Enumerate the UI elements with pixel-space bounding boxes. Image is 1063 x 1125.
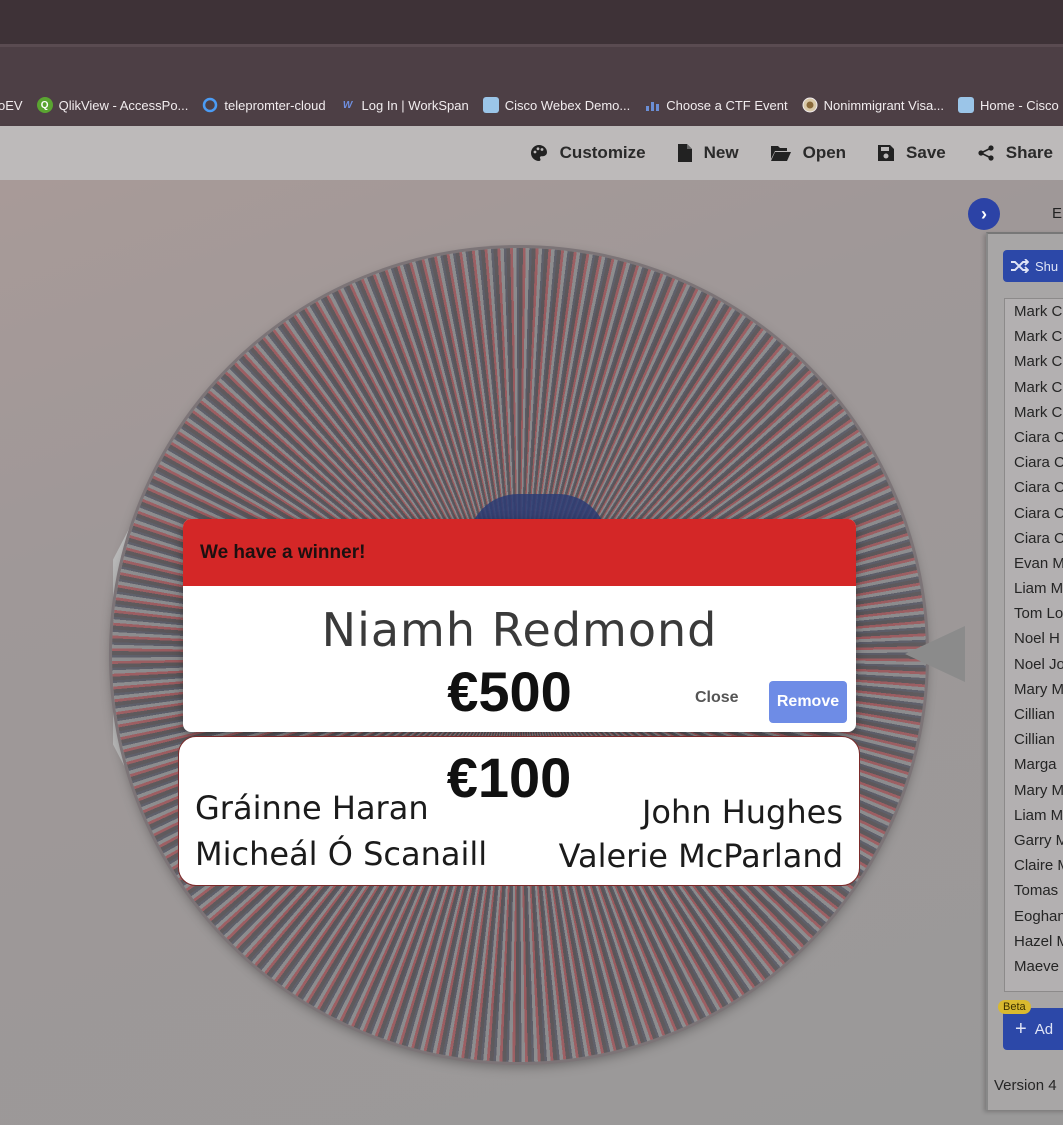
list-item: Liam M: [1014, 806, 1063, 824]
list-item: Noel H: [1014, 630, 1060, 648]
entries-list[interactable]: Mark C Mark C Mark C Mark C Mark C Ciara C Cia…: [1004, 298, 1063, 992]
share-button[interactable]: Share: [978, 143, 1053, 163]
list-item: Mark C: [1014, 378, 1063, 396]
bookmark-qlikview[interactable]: Q QlikView - AccessPo...: [36, 97, 188, 113]
list-item: Mark C: [1014, 353, 1063, 371]
list-item: Ciara C: [1014, 529, 1063, 547]
bookmark-workspan[interactable]: W Log In | WorkSpan: [340, 97, 469, 113]
winner-dialog-header: We have a winner!: [183, 519, 856, 586]
list-item: Maeve: [1014, 957, 1060, 975]
bookmark-ctf[interactable]: Choose a CTF Event: [644, 97, 788, 113]
bookmark-visa[interactable]: Nonimmigrant Visa...: [802, 97, 944, 113]
bookmark-webex[interactable]: Cisco Webex Demo...: [482, 97, 630, 113]
bookmark-teleprompter[interactable]: telepromter-cloud: [202, 97, 326, 113]
cisco-icon: [482, 97, 499, 113]
share-icon: [978, 145, 994, 161]
seal-icon: [802, 97, 818, 113]
browser-titlebar: [0, 0, 1063, 44]
list-item: Mary M: [1014, 781, 1063, 799]
version-label: Version 4: [994, 1077, 1057, 1094]
list-item: Ciara C: [1014, 428, 1063, 446]
bookmark-oev[interactable]: oEV: [0, 98, 23, 113]
list-item: Garry M: [1014, 831, 1063, 849]
beta-badge: Beta: [998, 1000, 1031, 1014]
winner-name: Niamh Redmond: [321, 603, 718, 657]
list-item: Hazel M: [1014, 932, 1063, 950]
app-toolbar: Customize New Open Save Share: [0, 126, 1063, 180]
shuffle-button[interactable]: Shu: [1003, 250, 1063, 282]
list-item: Ciara C: [1014, 479, 1063, 497]
save-icon: [878, 145, 895, 161]
open-button[interactable]: Open: [770, 143, 846, 163]
close-button[interactable]: Close: [695, 689, 739, 707]
winner-name: Gráinne Haran: [195, 789, 429, 827]
tab-entries[interactable]: E: [1052, 205, 1062, 222]
list-item: Liam M: [1014, 580, 1063, 598]
list-item: Ciara C: [1014, 504, 1063, 522]
list-item: Marga: [1014, 756, 1057, 774]
winner-name: Valerie McParland: [558, 837, 843, 875]
browser-tabstrip: [0, 44, 1063, 84]
winner-name: Micheál Ó Scanaill: [195, 835, 488, 873]
collapse-panel-button[interactable]: ›: [968, 198, 1000, 230]
list-item: Tom Lo: [1014, 605, 1063, 623]
list-item: Ciara C: [1014, 454, 1063, 472]
circle-icon: [202, 97, 218, 113]
new-button[interactable]: New: [677, 143, 739, 163]
cisco-icon: [958, 97, 975, 113]
customize-button[interactable]: Customize: [530, 143, 646, 163]
winner-name: John Hughes: [641, 793, 843, 831]
winner-dialog: We have a winner! Niamh Redmond €500 Clo…: [183, 519, 856, 732]
list-item: Eoghan: [1014, 907, 1063, 925]
plus-icon: +: [1015, 1017, 1027, 1040]
bookmark-cisco-home[interactable]: Home - Cisco L: [958, 97, 1063, 113]
chevron-right-icon: ›: [981, 203, 987, 224]
qlikview-icon: Q: [36, 97, 53, 113]
list-item: Mark C: [1014, 328, 1063, 346]
list-item: Cillian: [1014, 706, 1055, 723]
workspan-icon: W: [342, 99, 353, 111]
list-item: Mark C: [1014, 303, 1063, 320]
list-item: Noel Jo: [1014, 655, 1063, 673]
save-button[interactable]: Save: [878, 143, 946, 163]
list-item: Cillian: [1014, 731, 1055, 749]
add-button[interactable]: + Ad: [1003, 1008, 1063, 1050]
bars-icon: [644, 97, 660, 113]
list-item: Evan M: [1014, 554, 1063, 572]
list-item: Mark C: [1014, 403, 1063, 421]
palette-icon: [530, 145, 547, 161]
file-icon: [677, 144, 692, 162]
list-item: Claire M: [1014, 857, 1063, 875]
wheel-pointer-icon: [905, 626, 965, 682]
bookmarks-bar: oEV Q QlikView - AccessPo... telepromter…: [0, 84, 1063, 126]
list-item: Mary M: [1014, 680, 1063, 698]
list-item: Tomas: [1014, 882, 1059, 900]
prize-100-card: €100 Gráinne Haran John Hughes Micheál Ó…: [178, 736, 860, 886]
shuffle-icon: [1011, 259, 1029, 273]
remove-button[interactable]: Remove: [769, 681, 847, 723]
folder-open-icon: [770, 146, 791, 161]
